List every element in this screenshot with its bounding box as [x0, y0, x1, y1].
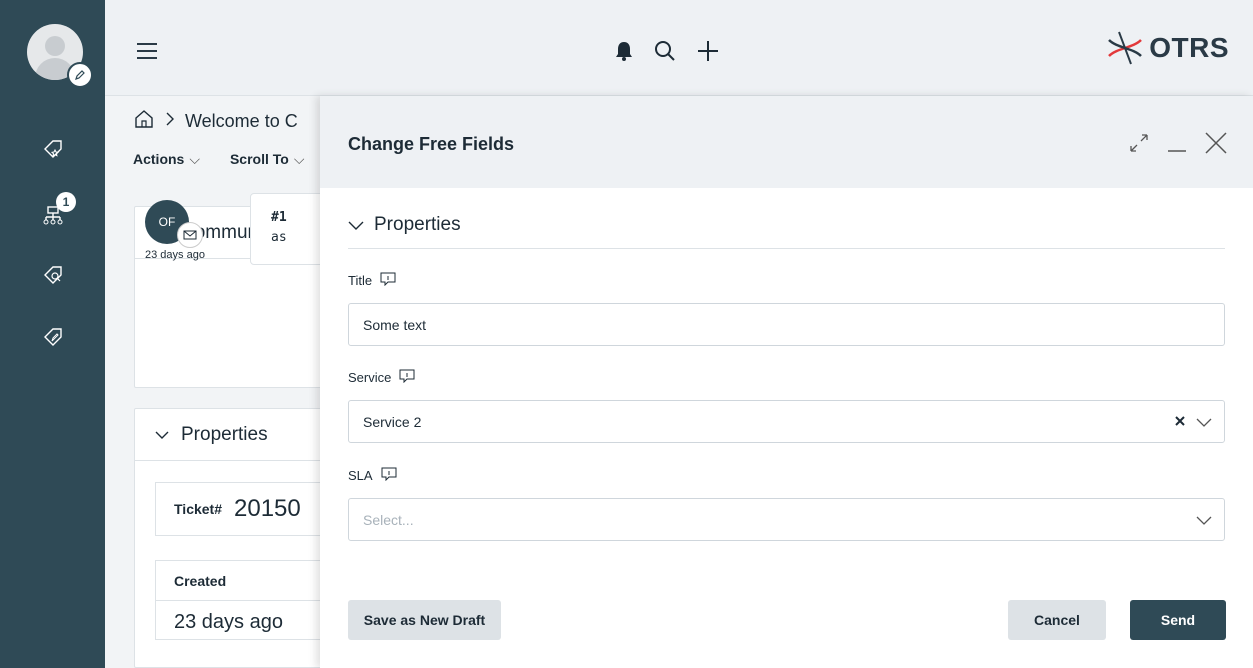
- section-divider: [348, 248, 1225, 249]
- info-icon[interactable]: [399, 369, 415, 386]
- section-title: Properties: [374, 214, 461, 235]
- breadcrumb-separator-icon: [165, 111, 175, 132]
- logo-text: OTRS: [1149, 32, 1229, 63]
- home-icon[interactable]: [133, 108, 155, 135]
- properties-panel-title: Properties: [181, 423, 268, 445]
- sla-placeholder: Select...: [363, 511, 414, 528]
- properties-section-header[interactable]: Properties: [348, 214, 461, 236]
- sla-label: SLA: [348, 467, 397, 484]
- cancel-button[interactable]: Cancel: [1008, 600, 1106, 640]
- send-button[interactable]: Send: [1130, 600, 1226, 640]
- edit-profile-icon[interactable]: [67, 62, 93, 88]
- hamburger-icon[interactable]: [137, 43, 157, 64]
- breadcrumb-item[interactable]: Welcome to C: [185, 111, 298, 132]
- scroll-to-menu[interactable]: Scroll To ⌵: [230, 151, 304, 168]
- edit-tag-icon[interactable]: [38, 322, 68, 352]
- save-draft-button[interactable]: Save as New Draft: [348, 600, 501, 640]
- close-icon[interactable]: [1203, 130, 1229, 161]
- service-value: Service 2: [363, 413, 422, 430]
- search-icon[interactable]: [653, 39, 677, 68]
- clear-icon[interactable]: [1174, 414, 1186, 430]
- title-input[interactable]: Some text: [348, 303, 1225, 346]
- info-icon[interactable]: [381, 467, 397, 484]
- plus-icon[interactable]: [695, 38, 721, 69]
- top-bar: OTRS: [105, 0, 1253, 96]
- service-label: Service: [348, 369, 415, 386]
- chevron-down-icon[interactable]: [1196, 512, 1212, 528]
- sidebar: 1: [0, 0, 105, 668]
- chevron-down-icon[interactable]: [1196, 414, 1212, 430]
- mail-icon: [177, 222, 203, 248]
- actions-menu[interactable]: Actions ⌵: [133, 151, 200, 168]
- change-free-fields-modal: Change Free Fields Properties Title Some…: [320, 96, 1253, 668]
- otrs-logo: OTRS: [1105, 28, 1229, 68]
- sender-time: 23 days ago: [145, 249, 205, 261]
- search-tag-icon[interactable]: [38, 260, 68, 290]
- minimize-icon[interactable]: [1165, 131, 1189, 160]
- star-tag-icon[interactable]: [38, 134, 68, 164]
- chevron-down-icon: ⌵: [189, 151, 200, 167]
- ticket-number-value: 20150: [234, 495, 301, 522]
- ticket-number-label: Ticket#: [174, 501, 222, 517]
- bell-icon[interactable]: [613, 39, 635, 68]
- chevron-down-icon[interactable]: [155, 424, 169, 446]
- title-label: Title: [348, 272, 396, 289]
- info-icon[interactable]: [380, 272, 396, 289]
- breadcrumb: Welcome to C: [133, 108, 298, 135]
- chevron-down-icon: ⌵: [293, 151, 305, 167]
- expand-icon[interactable]: [1127, 131, 1151, 160]
- chevron-down-icon: [348, 214, 364, 236]
- notification-badge: 1: [56, 192, 76, 212]
- modal-title: Change Free Fields: [348, 134, 515, 154]
- service-select[interactable]: Service 2: [348, 400, 1225, 443]
- sla-select[interactable]: Select...: [348, 498, 1225, 541]
